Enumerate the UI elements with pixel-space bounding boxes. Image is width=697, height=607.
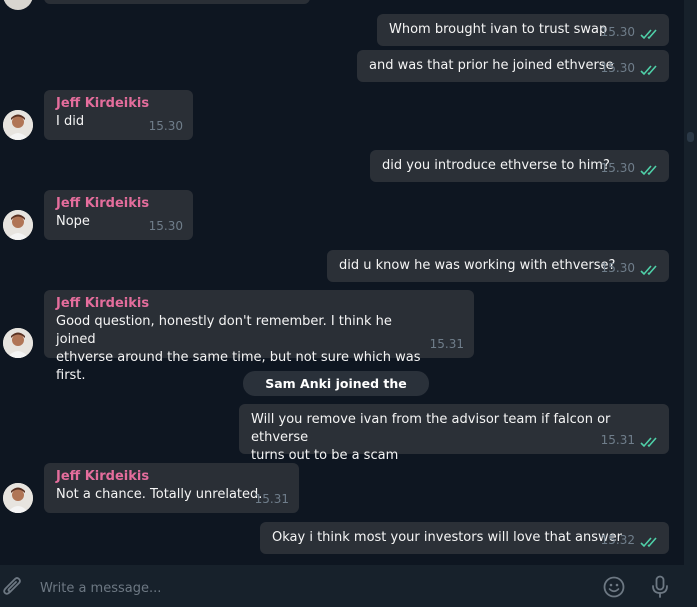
- double-check-icon: [640, 165, 657, 176]
- message-text: I did: [56, 114, 85, 129]
- message-text: Not a chance. Totally unrelated.: [56, 487, 263, 502]
- message-composer: [0, 566, 697, 607]
- sender-name[interactable]: Jeff Kirdeikis: [56, 295, 462, 313]
- avatar-photo: [3, 210, 33, 240]
- double-check-icon: [640, 537, 657, 548]
- message-bubble[interactable]: Whom brought ivan to trust swap 15.30: [377, 14, 669, 46]
- avatar-photo: [3, 110, 33, 140]
- microphone-icon[interactable]: [651, 575, 669, 599]
- message-time: 15.32: [600, 533, 635, 547]
- avatar[interactable]: [3, 0, 33, 10]
- message-bubble-partial[interactable]: [44, 0, 310, 4]
- message-text: and was that prior he joined ethverse: [369, 58, 614, 73]
- message-text: Will you remove ivan from the advisor te…: [251, 412, 611, 463]
- avatar-photo: [3, 483, 33, 513]
- paperclip-icon[interactable]: [2, 575, 24, 599]
- message-time: 15.30: [148, 219, 183, 233]
- message-time: 15.30: [600, 161, 635, 175]
- message-bubble[interactable]: Okay i think most your investors will lo…: [260, 522, 669, 554]
- message-text: Whom brought ivan to trust swap: [389, 22, 608, 37]
- emoji-icon[interactable]: [603, 576, 625, 598]
- message-time: 15.31: [600, 433, 635, 447]
- message-bubble[interactable]: Jeff Kirdeikis Nope 15.30: [44, 190, 193, 240]
- scrollbar[interactable]: [684, 0, 697, 565]
- avatar-photo: [3, 328, 33, 358]
- sender-name[interactable]: Jeff Kirdeikis: [56, 468, 287, 486]
- message-text: did u know he was working with ethverse?: [339, 258, 616, 273]
- double-check-icon: [640, 65, 657, 76]
- message-time: 15.31: [254, 492, 289, 506]
- chat-history[interactable]: Whom brought ivan to trust swap 15.30 an…: [0, 0, 684, 565]
- message-input[interactable]: [38, 575, 562, 601]
- scrollbar-thumb[interactable]: [687, 132, 694, 142]
- avatar[interactable]: [3, 110, 33, 140]
- avatar[interactable]: [3, 328, 33, 358]
- message-time: 15.31: [429, 337, 464, 351]
- service-message: Sam Anki joined the group: [243, 371, 429, 416]
- double-check-icon: [640, 29, 657, 40]
- message-bubble[interactable]: Will you remove ivan from the advisor te…: [239, 404, 669, 463]
- message-bubble[interactable]: and was that prior he joined ethverse 15…: [357, 50, 669, 82]
- message-bubble[interactable]: Jeff Kirdeikis Not a chance. Totally unr…: [44, 463, 299, 513]
- message-text: Okay i think most your investors will lo…: [272, 530, 622, 545]
- sender-name[interactable]: Jeff Kirdeikis: [56, 95, 181, 113]
- message-text: Nope: [56, 214, 90, 229]
- message-bubble[interactable]: did you introduce ethverse to him? 15.30: [370, 150, 669, 182]
- message-time: 15.30: [600, 61, 635, 75]
- message-bubble[interactable]: Jeff Kirdeikis Good question, honestly d…: [44, 290, 474, 383]
- message-time: 15.30: [600, 261, 635, 275]
- message-text: did you introduce ethverse to him?: [382, 158, 610, 173]
- avatar[interactable]: [3, 210, 33, 240]
- double-check-icon: [640, 265, 657, 276]
- avatar[interactable]: [3, 483, 33, 513]
- message-bubble[interactable]: Jeff Kirdeikis I did 15.30: [44, 90, 193, 140]
- double-check-icon: [640, 437, 657, 448]
- message-time: 15.30: [148, 119, 183, 133]
- message-time: 15.30: [600, 25, 635, 39]
- message-bubble[interactable]: did u know he was working with ethverse?…: [327, 250, 669, 282]
- sender-name[interactable]: Jeff Kirdeikis: [56, 195, 181, 213]
